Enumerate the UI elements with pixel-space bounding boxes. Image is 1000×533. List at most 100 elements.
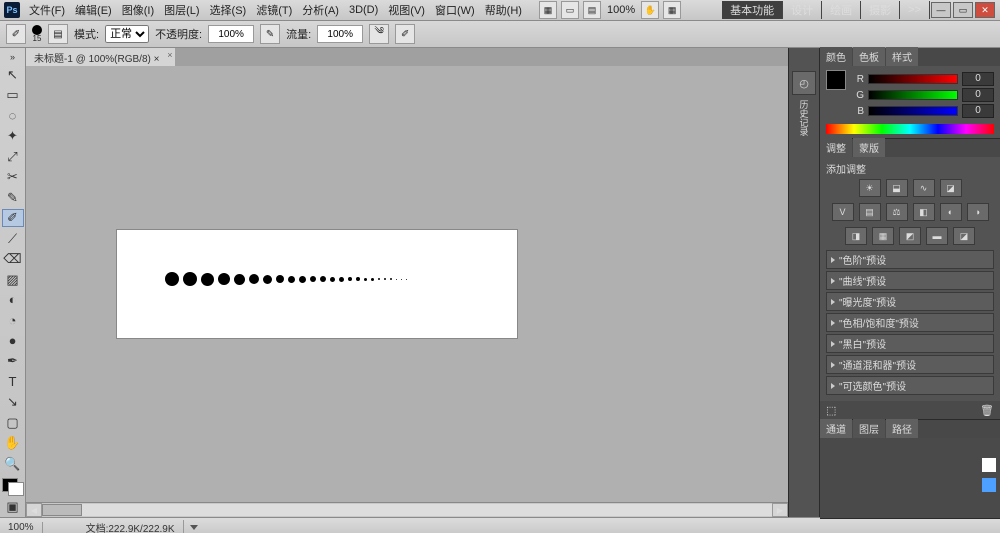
opacity-input[interactable]	[208, 25, 254, 43]
b-value[interactable]: 0	[962, 104, 994, 118]
background-color[interactable]	[8, 482, 24, 496]
dodge-tool[interactable]: ●	[2, 332, 24, 350]
gradient-map-icon[interactable]: ▬	[926, 227, 948, 245]
path-tool[interactable]: ↘	[2, 393, 24, 411]
brush-panel-icon[interactable]: ▤	[48, 24, 68, 44]
tab-adjustments[interactable]: 调整	[820, 138, 852, 157]
scroll-left-icon[interactable]: ◀	[26, 503, 42, 517]
layer-thumb-1[interactable]	[982, 458, 996, 472]
menu-help[interactable]: 帮助(H)	[480, 2, 527, 18]
r-value[interactable]: 0	[962, 72, 994, 86]
bw-icon[interactable]: ◧	[913, 203, 935, 221]
menu-layer[interactable]: 图层(L)	[159, 2, 204, 18]
airbrush-icon[interactable]: ༄	[369, 24, 389, 44]
layer-thumb-2[interactable]	[982, 478, 996, 492]
history-panel-icon[interactable]: ◴	[792, 71, 816, 95]
menu-image[interactable]: 图像(I)	[117, 2, 159, 18]
menu-analysis[interactable]: 分析(A)	[297, 2, 344, 18]
vibrance-icon[interactable]: V	[832, 203, 854, 221]
preset-item[interactable]: "可选颜色"预设	[826, 376, 994, 395]
photo-filter-icon[interactable]: ◐	[940, 203, 962, 221]
tab-masks[interactable]: 蒙版	[853, 138, 885, 157]
pen-tool[interactable]: ✒	[2, 352, 24, 370]
document-tab[interactable]: 未标题-1 @ 100%(RGB/8) ××	[26, 48, 175, 66]
menu-3d[interactable]: 3D(D)	[344, 4, 383, 16]
gradient-tool[interactable]: ◐	[2, 291, 24, 309]
curves-icon[interactable]: ∿	[913, 179, 935, 197]
selective-icon[interactable]: ◪	[953, 227, 975, 245]
bridge-icon[interactable]: ▦	[539, 1, 557, 19]
status-menu-icon[interactable]	[190, 525, 198, 530]
brightness-icon[interactable]: ☀	[859, 179, 881, 197]
workspace-photo[interactable]: 摄影	[861, 1, 900, 19]
r-slider[interactable]	[868, 74, 958, 84]
canvas[interactable]	[117, 230, 517, 338]
hue-icon[interactable]: ▤	[859, 203, 881, 221]
exposure-icon[interactable]: ◪	[940, 179, 962, 197]
g-slider[interactable]	[868, 90, 958, 100]
menu-edit[interactable]: 编辑(E)	[70, 2, 117, 18]
preset-item[interactable]: "色相/饱和度"预设	[826, 313, 994, 332]
eyedropper-tool[interactable]: ✂	[2, 168, 24, 186]
shape-tool[interactable]: ▢	[2, 414, 24, 432]
levels-icon[interactable]: ⬓	[886, 179, 908, 197]
workspace-more[interactable]: >>	[900, 1, 930, 19]
extras-icon[interactable]: ▭	[561, 1, 579, 19]
history-brush-tool[interactable]: ⌫	[2, 250, 24, 268]
current-color-swatch[interactable]	[826, 70, 846, 90]
menu-filter[interactable]: 滤镜(T)	[251, 2, 297, 18]
workspace-design[interactable]: 设计	[783, 1, 822, 19]
brush-preset[interactable]: 15	[32, 25, 42, 43]
clip-icon[interactable]: ⬚	[826, 404, 836, 417]
tab-paths[interactable]: 路径	[886, 419, 918, 438]
close-button[interactable]: ✕	[975, 2, 995, 18]
heal-tool[interactable]: ✎	[2, 188, 24, 206]
h-scrollbar[interactable]: ◀ ▶	[26, 502, 788, 517]
balance-icon[interactable]: ⚖	[886, 203, 908, 221]
threshold-icon[interactable]: ◩	[899, 227, 921, 245]
tab-swatches[interactable]: 色板	[853, 47, 885, 66]
trash-icon[interactable]: 🗑	[980, 404, 994, 417]
zoom-tool[interactable]: 🔍	[2, 455, 24, 473]
lasso-tool[interactable]: ◌	[2, 106, 24, 124]
restore-button[interactable]: ▭	[953, 2, 973, 18]
wand-tool[interactable]: ✦	[2, 127, 24, 145]
tab-channels[interactable]: 通道	[820, 419, 852, 438]
type-tool[interactable]: T	[2, 373, 24, 391]
history-label[interactable]: 历史记录	[798, 100, 811, 136]
blur-tool[interactable]: ◔	[2, 311, 24, 329]
flow-input[interactable]	[317, 25, 363, 43]
eraser-tool[interactable]: ▨	[2, 270, 24, 288]
hand-icon[interactable]: ✋	[641, 1, 659, 19]
workspace-essentials[interactable]: 基本功能	[722, 1, 783, 19]
tab-layers[interactable]: 图层	[853, 419, 885, 438]
minimize-button[interactable]: —	[931, 2, 951, 18]
collapse-icon[interactable]: »	[2, 51, 24, 63]
preset-item[interactable]: "通道混和器"预设	[826, 355, 994, 374]
tablet-size-icon[interactable]: ✐	[395, 24, 415, 44]
menu-view[interactable]: 视图(V)	[383, 2, 430, 18]
preset-item[interactable]: "曝光度"预设	[826, 292, 994, 311]
invert-icon[interactable]: ◨	[845, 227, 867, 245]
layers-list[interactable]	[820, 438, 1000, 518]
color-spectrum[interactable]	[826, 124, 994, 134]
stamp-tool[interactable]: ⟋	[2, 229, 24, 247]
menu-window[interactable]: 窗口(W)	[430, 2, 480, 18]
crop-tool[interactable]: ⤢	[2, 147, 24, 165]
zoom-level-top[interactable]: 100%	[603, 4, 639, 16]
brush-tool[interactable]: ✐	[2, 209, 24, 227]
b-slider[interactable]	[868, 106, 958, 116]
posterize-icon[interactable]: ▦	[872, 227, 894, 245]
grid-icon[interactable]: ▦	[663, 1, 681, 19]
hand-tool[interactable]: ✋	[2, 434, 24, 452]
tab-styles[interactable]: 样式	[886, 47, 918, 66]
g-value[interactable]: 0	[962, 88, 994, 102]
arrange-icon[interactable]: ▤	[583, 1, 601, 19]
workspace-painting[interactable]: 绘画	[822, 1, 861, 19]
menu-file[interactable]: 文件(F)	[24, 2, 70, 18]
menu-select[interactable]: 选择(S)	[205, 2, 252, 18]
preset-item[interactable]: "黑白"预设	[826, 334, 994, 353]
doc-size-status[interactable]: 文档:222.9K/222.9K	[78, 520, 184, 533]
tablet-opacity-icon[interactable]: ✎	[260, 24, 280, 44]
close-tab-icon[interactable]: ×	[167, 50, 172, 60]
